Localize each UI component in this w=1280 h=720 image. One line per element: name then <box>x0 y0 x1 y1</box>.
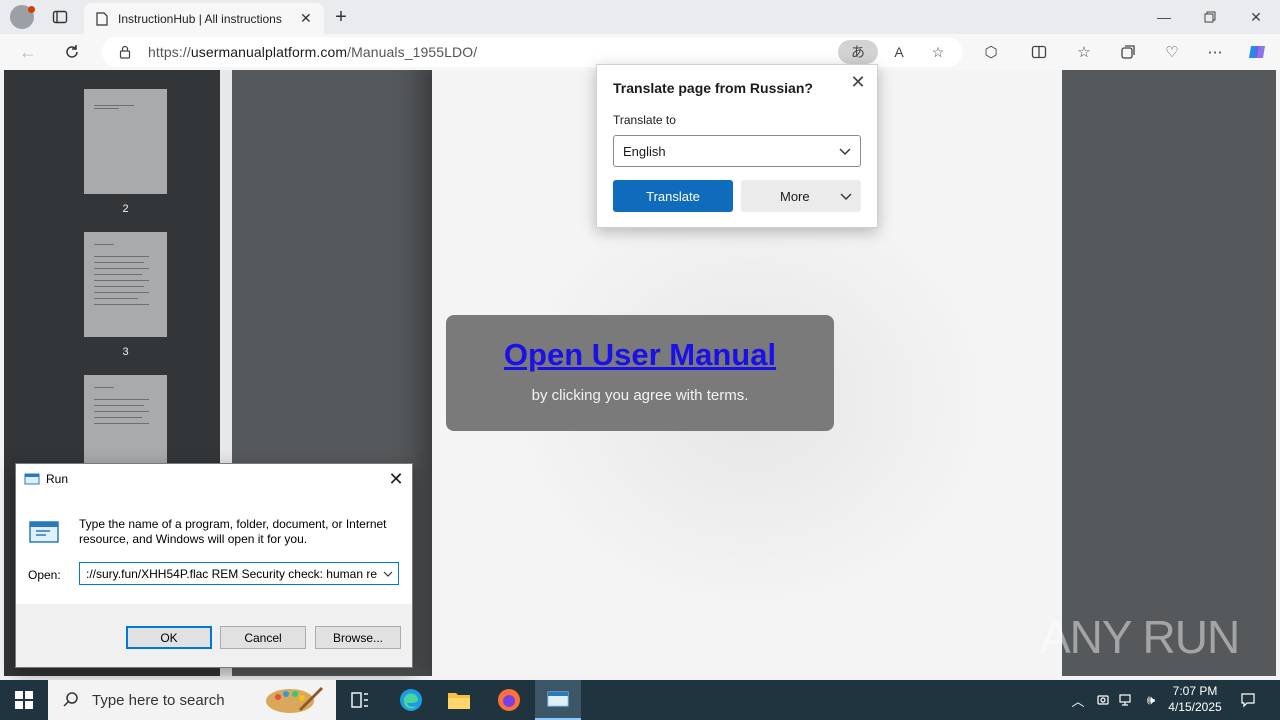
volume-icon[interactable]: 🕪 <box>1141 680 1161 720</box>
network-icon[interactable] <box>1117 680 1137 720</box>
selected-language: English <box>623 143 666 159</box>
task-view-icon[interactable] <box>337 680 383 720</box>
split-screen-icon[interactable] <box>1027 40 1051 64</box>
open-manual-overlay: Open User Manual by clicking you agree w… <box>446 315 834 431</box>
taskbar-clock[interactable]: 7:07 PM 4/15/2025 <box>1162 683 1228 715</box>
thumbnail-page-number: 2 <box>122 203 129 215</box>
browser-titlebar: InstructionHub | All instructions ✕ + — … <box>0 0 1280 34</box>
meet-now-icon[interactable] <box>1093 680 1113 720</box>
run-program-icon <box>29 521 59 543</box>
search-placeholder: Type here to search <box>92 691 225 709</box>
run-dialog: Run ✕ Type the name of a program, folder… <box>15 463 413 668</box>
extensions-icon[interactable]: ⬡ <box>979 40 1003 64</box>
language-select[interactable]: English <box>613 135 861 167</box>
edge-taskbar-icon[interactable] <box>388 680 434 720</box>
terms-text: by clicking you agree with terms. <box>531 387 749 404</box>
viewer-background-right <box>1062 70 1276 676</box>
run-description: Type the name of a program, folder, docu… <box>79 517 387 546</box>
open-label: Open: <box>28 568 61 582</box>
collections-icon[interactable] <box>1116 40 1140 64</box>
copilot-icon[interactable] <box>1245 40 1269 64</box>
clock-date: 4/15/2025 <box>1168 700 1222 714</box>
restore-icon[interactable] <box>1199 6 1221 28</box>
open-user-manual-link[interactable]: Open User Manual <box>446 337 834 373</box>
windows-taskbar: Type here to search ︿ 🕪 7:07 PM 4/15/202… <box>0 680 1280 720</box>
windows-logo-icon <box>15 691 33 709</box>
address-bar[interactable]: https://usermanualplatform.com/Manuals_1… <box>102 37 962 67</box>
run-dialog-titlebar[interactable]: Run ✕ <box>16 464 412 494</box>
tab-close-icon[interactable]: ✕ <box>300 11 314 25</box>
close-window-icon[interactable]: ✕ <box>1245 6 1267 28</box>
lock-icon[interactable] <box>118 45 132 59</box>
firefox-icon[interactable] <box>486 680 532 720</box>
file-explorer-icon[interactable] <box>436 680 482 720</box>
new-tab-icon[interactable]: + <box>330 6 352 28</box>
run-input-text: ://sury.fun/XHH54P.flac REM Security che… <box>86 566 378 581</box>
translate-to-label: Translate to <box>613 113 676 127</box>
more-button-label: More <box>780 188 810 204</box>
anyrun-watermark: ANY RUN <box>1040 611 1240 663</box>
run-icon <box>24 473 40 485</box>
tab-title: InstructionHub | All instructions <box>118 11 282 26</box>
ok-button[interactable]: OK <box>126 626 212 649</box>
run-open-input[interactable]: ://sury.fun/XHH54P.flac REM Security che… <box>79 562 399 585</box>
page-favicon-icon <box>96 11 108 26</box>
thumbnail-page-number: 3 <box>122 346 129 358</box>
start-button[interactable] <box>0 680 48 720</box>
settings-more-icon[interactable]: ⋯ <box>1203 40 1227 64</box>
tab-actions-icon[interactable] <box>50 7 70 27</box>
chevron-down-icon[interactable] <box>378 563 398 584</box>
back-icon[interactable]: ← <box>16 40 40 64</box>
close-icon[interactable]: ✕ <box>849 73 867 91</box>
profile-notification-dot <box>28 6 35 13</box>
search-icon <box>63 692 78 707</box>
url-text[interactable]: https://usermanualplatform.com/Manuals_1… <box>148 44 477 60</box>
pdf-thumbnail[interactable] <box>84 232 167 337</box>
taskbar-search-box[interactable]: Type here to search <box>48 680 336 720</box>
favorites-icon[interactable]: ☆ <box>1072 40 1096 64</box>
run-dialog-title: Run <box>46 472 69 486</box>
favorite-star-icon[interactable]: ☆ <box>927 41 949 63</box>
paint-palette-icon <box>264 684 324 716</box>
run-dialog-body: Type the name of a program, folder, docu… <box>16 494 412 604</box>
refresh-icon[interactable] <box>60 40 84 64</box>
pdf-thumbnail[interactable] <box>84 89 167 194</box>
translate-button[interactable]: Translate <box>613 180 733 212</box>
browser-essentials-icon[interactable]: ♡ <box>1160 40 1184 64</box>
run-taskbar-icon[interactable] <box>535 680 581 720</box>
minimize-icon[interactable]: — <box>1153 6 1175 28</box>
close-icon[interactable]: ✕ <box>386 469 406 489</box>
cancel-button[interactable]: Cancel <box>220 626 306 649</box>
read-aloud-icon[interactable]: A <box>888 41 910 63</box>
browse-button[interactable]: Browse... <box>315 626 401 649</box>
more-button[interactable]: More <box>741 180 861 212</box>
translate-popup-title: Translate page from Russian? <box>613 80 813 96</box>
chevron-down-icon <box>839 148 851 155</box>
notifications-icon[interactable] <box>1236 680 1260 720</box>
translate-page-icon[interactable]: あ <box>838 40 878 64</box>
show-hidden-icons-icon[interactable]: ︿ <box>1068 680 1088 720</box>
chevron-down-icon <box>840 193 852 200</box>
translate-popup: Translate page from Russian? ✕ Translate… <box>596 64 878 228</box>
browser-tab-active[interactable]: InstructionHub | All instructions ✕ <box>84 3 324 34</box>
clock-time: 7:07 PM <box>1172 684 1218 698</box>
